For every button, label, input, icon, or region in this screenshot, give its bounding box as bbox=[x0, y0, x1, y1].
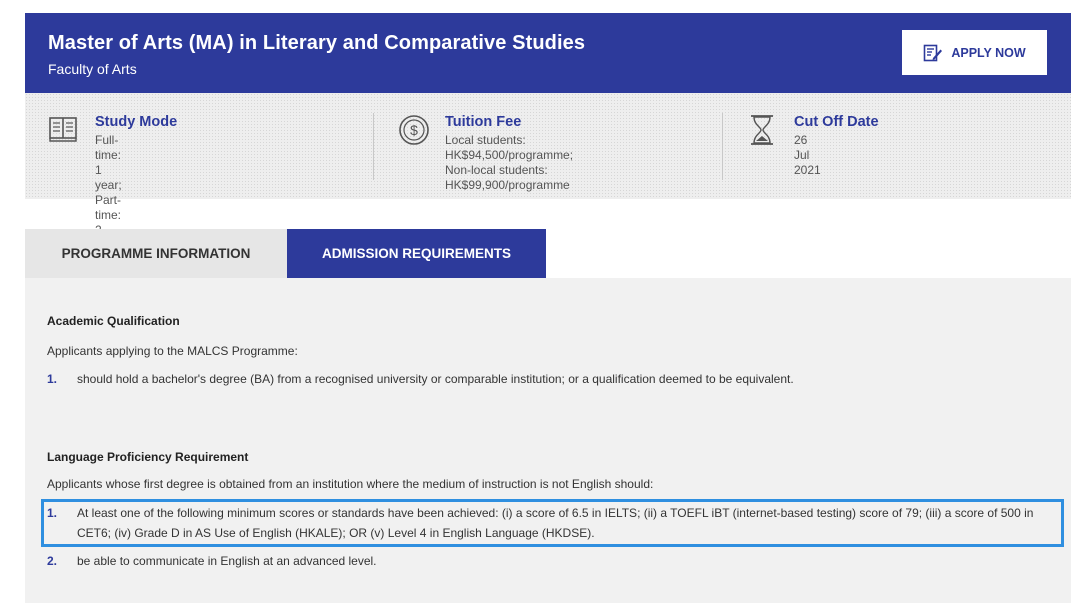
language-intro: Applicants whose first degree is obtaine… bbox=[47, 477, 654, 491]
divider bbox=[373, 113, 374, 180]
list-item: 1. should hold a bachelor's degree (BA) … bbox=[47, 369, 1057, 389]
page-title: Master of Arts (MA) in Literary and Comp… bbox=[48, 32, 586, 54]
admission-requirements-panel: Academic Qualification Applicants applyi… bbox=[25, 278, 1071, 603]
selection-highlight-box bbox=[41, 499, 1064, 547]
programme-header: Master of Arts (MA) in Literary and Comp… bbox=[25, 13, 1071, 93]
academic-intro: Applicants applying to the MALCS Program… bbox=[47, 344, 298, 358]
programme-info-bar: Study Mode Full-time: 1 year; Part-time:… bbox=[25, 93, 1071, 252]
list-text: should hold a bachelor's degree (BA) fro… bbox=[77, 372, 794, 386]
hourglass-icon bbox=[751, 115, 773, 145]
tuition-fee-title: Tuition Fee bbox=[445, 114, 522, 130]
tuition-nonlocal-line: Non-local students: bbox=[445, 163, 548, 177]
divider bbox=[722, 113, 723, 180]
dollar-coin-icon: $ bbox=[399, 115, 429, 145]
book-icon bbox=[49, 117, 77, 142]
tab-admission-requirements[interactable]: ADMISSION REQUIREMENTS bbox=[287, 229, 546, 278]
tab-programme-information[interactable]: PROGRAMME INFORMATION bbox=[25, 229, 287, 278]
list-text: be able to communicate in English at an … bbox=[77, 554, 377, 568]
svg-text:$: $ bbox=[410, 122, 418, 138]
study-mode-title: Study Mode bbox=[95, 114, 178, 130]
edit-document-icon bbox=[924, 44, 943, 61]
tuition-fee-value: Local students: HK$94,500/programme; Non… bbox=[445, 133, 573, 193]
tuition-local-line: Local students: HK$94,500/programme; bbox=[445, 133, 574, 162]
apply-now-label: APPLY NOW bbox=[951, 45, 1026, 60]
list-number: 2. bbox=[47, 554, 58, 568]
apply-now-button[interactable]: APPLY NOW bbox=[902, 30, 1047, 75]
cutoff-date-title: Cut Off Date bbox=[794, 114, 879, 130]
list-number: 1. bbox=[47, 372, 58, 386]
list-item: 2. be able to communicate in English at … bbox=[47, 551, 1057, 571]
faculty-label: Faculty of Arts bbox=[48, 61, 137, 77]
cutoff-date-value: 26 Jul 2021 bbox=[794, 133, 821, 177]
tuition-nonlocal-amount: HK$99,900/programme bbox=[445, 178, 570, 192]
academic-qualification-heading: Academic Qualification bbox=[47, 314, 180, 328]
language-proficiency-heading: Language Proficiency Requirement bbox=[47, 450, 249, 464]
